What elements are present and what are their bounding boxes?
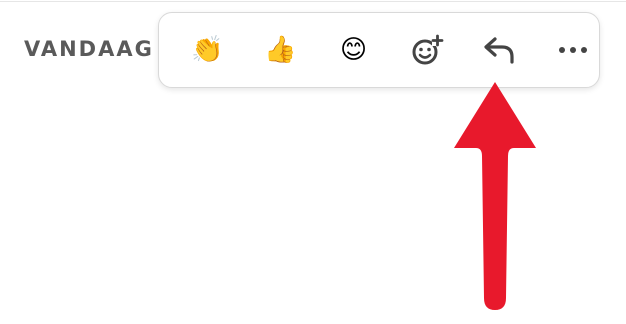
- smile-reaction-button[interactable]: 😊: [317, 20, 390, 80]
- clap-reaction-button[interactable]: 👏: [171, 20, 244, 80]
- top-divider: [0, 1, 626, 2]
- clapping-hands-icon: 👏: [191, 35, 224, 65]
- reply-button[interactable]: [463, 20, 536, 80]
- message-action-toolbar: 👏 👍 😊: [158, 12, 600, 88]
- add-reaction-button[interactable]: [390, 20, 463, 80]
- thumbs-up-icon: 👍: [264, 35, 297, 65]
- thumbs-up-reaction-button[interactable]: 👍: [244, 20, 317, 80]
- more-options-button[interactable]: [536, 20, 609, 80]
- add-emoji-icon: [412, 34, 443, 65]
- smiling-face-icon: 😊: [339, 35, 368, 65]
- more-horizontal-icon: [558, 47, 587, 53]
- screenshot-stage: VANDAAG 👏 👍 😊: [0, 0, 626, 324]
- date-separator-label: VANDAAG: [24, 37, 154, 61]
- reply-arrow-icon: [483, 37, 514, 64]
- red-arrow-icon: [454, 82, 536, 310]
